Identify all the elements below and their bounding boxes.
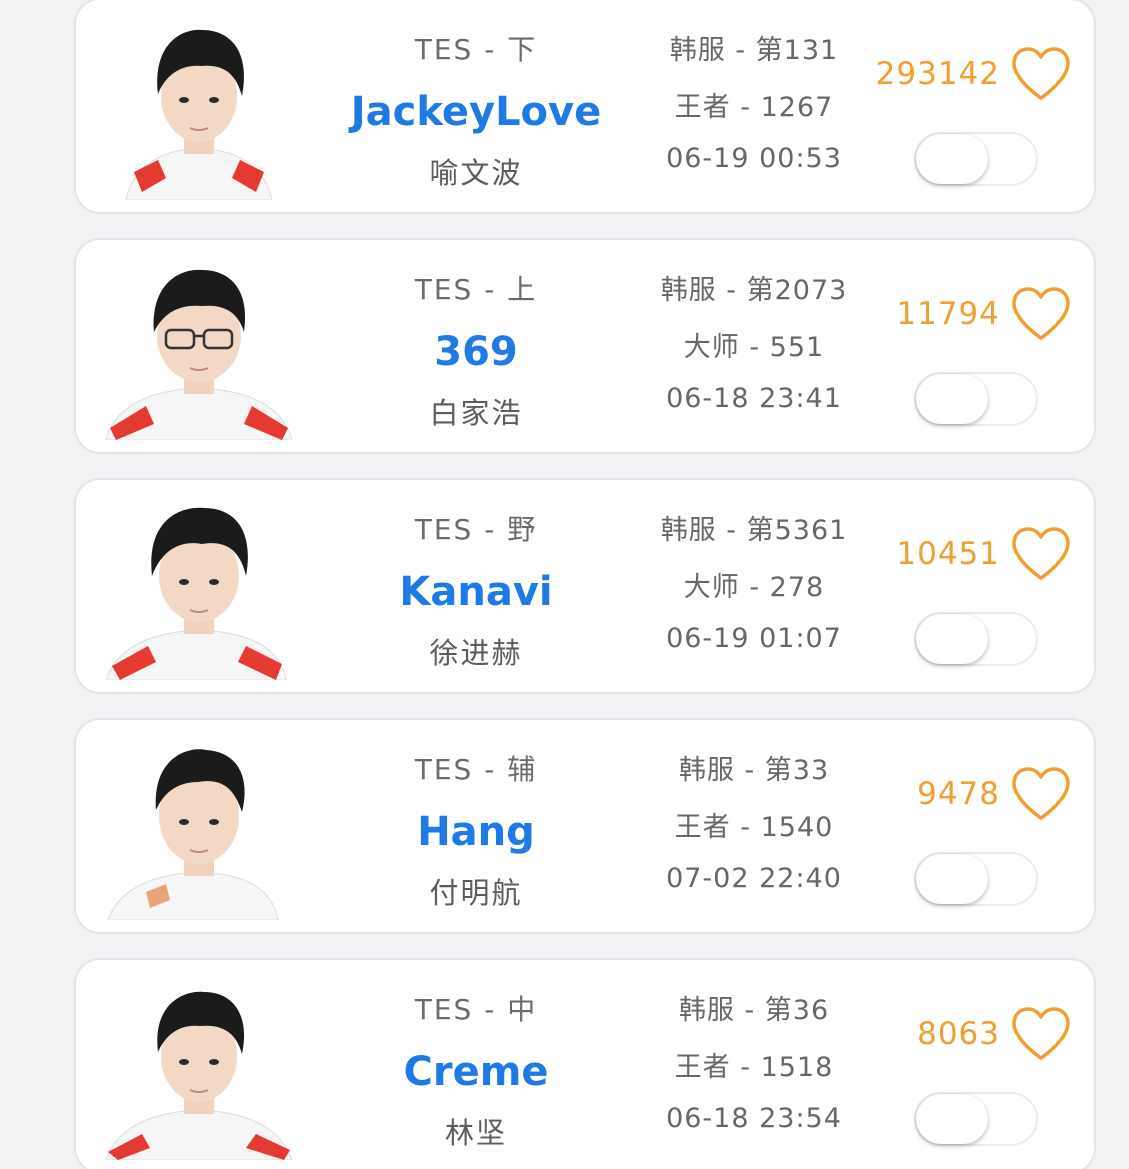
like-area[interactable]: 9478	[917, 764, 1072, 824]
heart-outline-icon[interactable]	[1010, 526, 1072, 582]
server-rank: 韩服 - 第2073	[660, 275, 848, 306]
update-time: 06-19 00:53	[666, 143, 842, 174]
team-role: TES - 辅	[414, 753, 538, 786]
server-rank: 韩服 - 第131	[669, 35, 839, 66]
tier-points: 大师 - 278	[683, 572, 825, 603]
heart-outline-icon[interactable]	[1010, 1006, 1072, 1062]
player-rank-info: 韩服 - 第131 王者 - 1267 06-19 00:53	[636, 0, 872, 212]
player-identity: TES - 辅 Hang 付明航	[344, 720, 608, 932]
player-identity: TES - 中 Creme 林坚	[344, 960, 608, 1169]
player-nickname[interactable]: JackeyLove	[344, 88, 608, 136]
team-role: TES - 下	[414, 33, 538, 66]
like-area[interactable]: 8063	[917, 1004, 1072, 1064]
player-avatar	[106, 492, 292, 680]
player-nickname[interactable]: Kanavi	[344, 568, 608, 616]
toggle-knob	[916, 1094, 988, 1144]
like-area[interactable]: 293142	[876, 44, 1072, 104]
follow-toggle[interactable]	[914, 852, 1038, 906]
player-real-name: 付明航	[429, 876, 523, 910]
like-area[interactable]: 10451	[896, 524, 1072, 584]
player-avatar	[106, 972, 292, 1160]
player-rank-info: 韩服 - 第5361 大师 - 278 06-19 01:07	[636, 480, 872, 692]
update-time: 07-02 22:40	[666, 863, 842, 894]
player-identity: TES - 上 369 白家浩	[344, 240, 608, 452]
player-real-name: 喻文波	[429, 156, 523, 190]
tier-points: 大师 - 551	[683, 332, 825, 363]
like-count: 8063	[917, 1016, 1000, 1052]
player-card[interactable]: TES - 上 369 白家浩 韩服 - 第2073 大师 - 551 06-1…	[74, 238, 1096, 454]
update-time: 06-18 23:41	[666, 383, 842, 414]
server-rank: 韩服 - 第36	[678, 995, 830, 1026]
player-card[interactable]: TES - 野 Kanavi 徐进赫 韩服 - 第5361 大师 - 278 0…	[74, 478, 1096, 694]
player-card[interactable]: TES - 下 JackeyLove 喻文波 韩服 - 第131 王者 - 12…	[74, 0, 1096, 214]
heart-outline-icon[interactable]	[1010, 286, 1072, 342]
server-rank: 韩服 - 第33	[678, 755, 830, 786]
tier-points: 王者 - 1518	[674, 1052, 834, 1083]
follow-toggle[interactable]	[914, 1092, 1038, 1146]
player-card[interactable]: TES - 中 Creme 林坚 韩服 - 第36 王者 - 1518 06-1…	[74, 958, 1096, 1169]
team-role: TES - 野	[414, 513, 538, 546]
player-rank-info: 韩服 - 第36 王者 - 1518 06-18 23:54	[636, 960, 872, 1169]
update-time: 06-19 01:07	[666, 623, 842, 654]
follow-toggle[interactable]	[914, 612, 1038, 666]
toggle-knob	[916, 374, 988, 424]
like-count: 11794	[896, 296, 1000, 332]
heart-outline-icon[interactable]	[1010, 46, 1072, 102]
player-nickname[interactable]: 369	[344, 328, 608, 376]
player-rank-info: 韩服 - 第2073 大师 - 551 06-18 23:41	[636, 240, 872, 452]
toggle-knob	[916, 614, 988, 664]
follow-toggle[interactable]	[914, 372, 1038, 426]
update-time: 06-18 23:54	[666, 1103, 842, 1134]
team-role: TES - 上	[414, 273, 538, 306]
follow-toggle[interactable]	[914, 132, 1038, 186]
like-count: 293142	[875, 56, 1000, 92]
player-avatar	[106, 252, 292, 440]
like-count: 9478	[917, 776, 1000, 812]
like-count: 10451	[896, 536, 1000, 572]
tier-points: 王者 - 1267	[674, 92, 834, 123]
player-card[interactable]: TES - 辅 Hang 付明航 韩服 - 第33 王者 - 1540 07-0…	[74, 718, 1096, 934]
player-real-name: 白家浩	[429, 396, 523, 430]
tier-points: 王者 - 1540	[674, 812, 834, 843]
player-nickname[interactable]: Hang	[344, 808, 608, 856]
player-rank-info: 韩服 - 第33 王者 - 1540 07-02 22:40	[636, 720, 872, 932]
heart-outline-icon[interactable]	[1010, 766, 1072, 822]
player-avatar	[106, 12, 292, 200]
player-avatar	[106, 732, 292, 920]
player-identity: TES - 野 Kanavi 徐进赫	[344, 480, 608, 692]
team-role: TES - 中	[414, 993, 538, 1026]
player-list: TES - 下 JackeyLove 喻文波 韩服 - 第131 王者 - 12…	[0, 0, 1129, 1169]
player-nickname[interactable]: Creme	[344, 1048, 608, 1096]
toggle-knob	[916, 854, 988, 904]
toggle-knob	[916, 134, 988, 184]
player-real-name: 徐进赫	[429, 636, 523, 670]
like-area[interactable]: 11794	[896, 284, 1072, 344]
player-identity: TES - 下 JackeyLove 喻文波	[344, 0, 608, 212]
server-rank: 韩服 - 第5361	[660, 515, 848, 546]
player-real-name: 林坚	[444, 1116, 507, 1150]
